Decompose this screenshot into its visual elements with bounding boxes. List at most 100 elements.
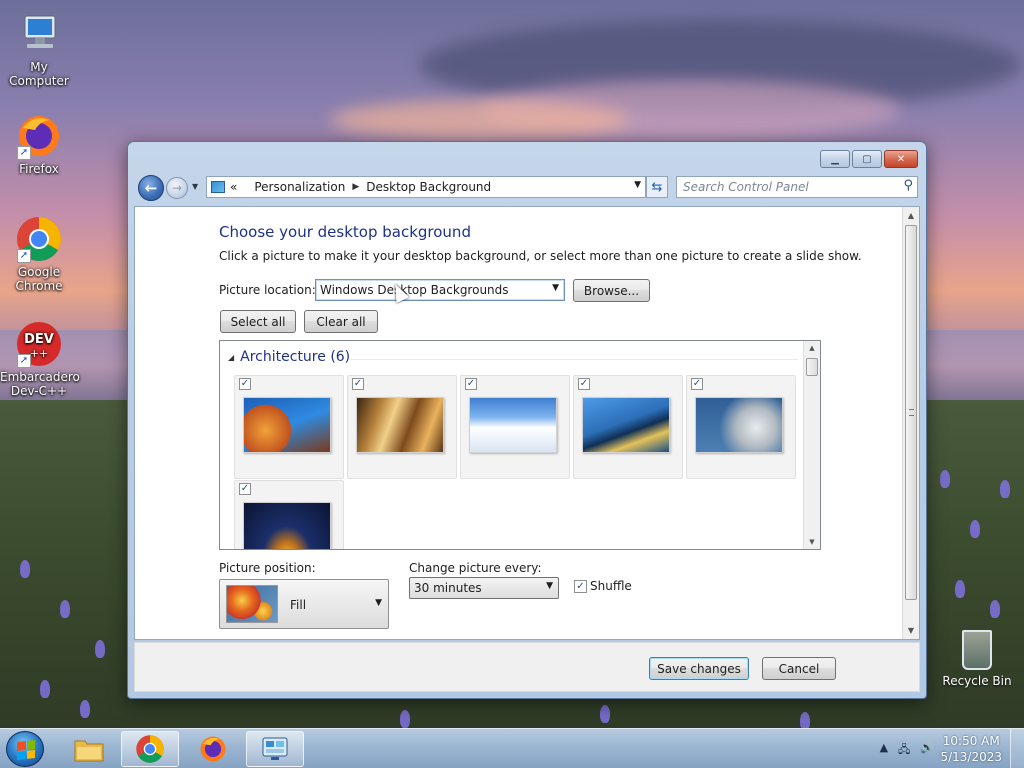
- volume-icon[interactable]: 🔊: [920, 741, 934, 760]
- navigation-bar: ← → ▼ « Personalization ▶ Desktop Backgr…: [136, 174, 920, 202]
- network-icon[interactable]: 🖧: [898, 741, 910, 760]
- chevron-down-icon: ▼: [546, 581, 553, 591]
- wallpaper-flower: [400, 710, 410, 728]
- scroll-up-icon[interactable]: ▲: [804, 341, 820, 355]
- desktop-icon-chrome[interactable]: ➚ Google Chrome: [0, 215, 78, 293]
- wallpaper-flower: [800, 712, 810, 728]
- wallpaper-cloud: [330, 100, 630, 140]
- picture-position-dropdown[interactable]: Fill ▼: [219, 579, 389, 629]
- wallpaper-flower: [600, 705, 610, 723]
- gallery-scroll-thumb[interactable]: [806, 358, 818, 376]
- wallpaper-thumbnail: [695, 397, 783, 453]
- desktop-icon-recycle-bin[interactable]: Recycle Bin: [940, 630, 1014, 688]
- change-picture-label: Change picture every:: [409, 561, 542, 575]
- tile-checkbox[interactable]: ✓: [691, 378, 703, 390]
- tile-checkbox[interactable]: ✓: [239, 483, 251, 495]
- search-box[interactable]: Search Control Panel ⚲: [676, 176, 918, 198]
- maximize-button[interactable]: ▢: [852, 150, 882, 168]
- select-all-button[interactable]: Select all: [220, 310, 296, 333]
- wallpaper-flower: [20, 560, 30, 578]
- picture-location-label: Picture location:: [219, 283, 316, 297]
- picture-location-dropdown[interactable]: Windows Desktop Backgrounds ▼: [315, 279, 565, 301]
- dialog-footer: Save changes Cancel: [134, 642, 920, 692]
- desktop-icon-label: Recycle Bin: [942, 674, 1012, 688]
- wallpaper-tile-architecture-5[interactable]: ✓: [686, 375, 796, 479]
- wallpaper-thumbnail: [356, 397, 444, 453]
- scroll-up-icon[interactable]: ▲: [903, 207, 919, 224]
- chrome-icon: [136, 735, 164, 763]
- chrome-icon: ➚: [15, 215, 63, 263]
- desktop-icon-firefox[interactable]: ➚ Firefox: [0, 112, 78, 176]
- wallpaper-tile-architecture-3[interactable]: ✓: [460, 375, 570, 479]
- personalization-window: ▁ ▢ ✕ ← → ▼ « Personalization ▶ Desktop …: [127, 141, 927, 699]
- breadcrumb-overflow[interactable]: «: [230, 180, 237, 194]
- content-scrollbar[interactable]: ▲ ▼: [902, 207, 919, 639]
- picture-position-label: Picture position:: [219, 561, 316, 575]
- search-placeholder: Search Control Panel: [683, 180, 809, 194]
- minimize-button[interactable]: ▁: [820, 150, 850, 168]
- browse-button[interactable]: Browse...: [573, 279, 650, 302]
- gallery-group-header[interactable]: ◢ Architecture (6): [228, 349, 350, 365]
- maximize-icon: ▢: [862, 153, 872, 165]
- chevron-down-icon: ▼: [552, 283, 559, 293]
- show-hidden-icons-icon[interactable]: ▲: [880, 741, 888, 760]
- cancel-button[interactable]: Cancel: [762, 657, 836, 680]
- scroll-down-icon[interactable]: ▼: [804, 535, 820, 549]
- desktop-icon-devcpp[interactable]: DEV ++ ➚ Embarcadero Dev-C++: [0, 320, 80, 398]
- clock-date: 5/13/2023: [940, 750, 1002, 764]
- tile-checkbox[interactable]: ✓: [352, 378, 364, 390]
- window-controls: ▁ ▢ ✕: [820, 150, 918, 168]
- desktop-icon-label: Google Chrome: [15, 265, 63, 293]
- checkbox-checked-icon[interactable]: ✓: [574, 579, 587, 593]
- chevron-down-icon: ▼: [375, 598, 382, 608]
- shortcut-arrow-icon: ➚: [17, 354, 31, 368]
- group-divider: [350, 359, 798, 360]
- wallpaper-flower: [1000, 480, 1010, 498]
- folder-icon: [74, 740, 104, 762]
- breadcrumb-personalization[interactable]: Personalization: [254, 180, 345, 194]
- taskbar-chrome[interactable]: [121, 731, 179, 767]
- address-bar[interactable]: « Personalization ▶ Desktop Background ▼: [206, 176, 646, 198]
- clock-time: 10:50 AM: [942, 734, 1000, 748]
- taskbar-firefox[interactable]: [184, 731, 242, 767]
- desktop-icon-my-computer[interactable]: My Computer: [0, 10, 78, 88]
- clear-all-button[interactable]: Clear all: [304, 310, 378, 333]
- recycle-bin-icon: [962, 630, 992, 670]
- shuffle-checkbox[interactable]: ✓ Shuffle: [574, 579, 632, 593]
- save-changes-button[interactable]: Save changes: [649, 657, 749, 680]
- wallpaper-tile-architecture-4[interactable]: ✓: [573, 375, 683, 479]
- tile-checkbox[interactable]: ✓: [239, 378, 251, 390]
- collapse-triangle-icon[interactable]: ◢: [228, 353, 234, 362]
- recent-pages-dropdown[interactable]: ▼: [192, 182, 198, 191]
- scroll-down-icon[interactable]: ▼: [903, 622, 919, 639]
- breadcrumb-desktop-background[interactable]: Desktop Background: [366, 180, 491, 194]
- start-button[interactable]: [6, 731, 44, 767]
- tile-checkbox[interactable]: ✓: [578, 378, 590, 390]
- refresh-icon: ⇆: [651, 179, 663, 195]
- desktop-icon-label: My Computer: [9, 60, 69, 88]
- wallpaper-tile-architecture-1[interactable]: ✓: [234, 375, 344, 479]
- search-icon[interactable]: ⚲: [903, 178, 913, 193]
- tile-checkbox[interactable]: ✓: [465, 378, 477, 390]
- change-interval-dropdown[interactable]: 30 minutes ▼: [409, 577, 559, 599]
- shortcut-arrow-icon: ➚: [17, 146, 31, 160]
- wallpaper-flower: [955, 580, 965, 598]
- wallpaper-flower: [940, 470, 950, 488]
- picture-gallery: ◢ Architecture (6) ✓ ✓ ✓ ✓ ✓ ✓ ▲ ▼: [219, 340, 821, 550]
- back-button[interactable]: ←: [138, 175, 164, 201]
- clock[interactable]: 10:50 AM 5/13/2023: [940, 733, 1002, 765]
- breadcrumb-separator-icon[interactable]: ▶: [352, 182, 359, 192]
- address-dropdown-icon[interactable]: ▼: [634, 180, 641, 190]
- wallpaper-tile-architecture-6[interactable]: ✓: [234, 480, 344, 549]
- refresh-button[interactable]: ⇆: [646, 176, 668, 198]
- content-scroll-thumb[interactable]: [905, 225, 917, 600]
- back-arrow-icon: ←: [144, 179, 158, 197]
- taskbar-control-panel[interactable]: [246, 731, 304, 767]
- wallpaper-tile-architecture-2[interactable]: ✓: [347, 375, 457, 479]
- taskbar-explorer[interactable]: [60, 731, 118, 767]
- gallery-scrollbar[interactable]: ▲ ▼: [803, 341, 820, 549]
- forward-button[interactable]: →: [166, 177, 188, 199]
- wallpaper-flower: [95, 640, 105, 658]
- show-desktop-button[interactable]: [1010, 729, 1024, 768]
- close-button[interactable]: ✕: [884, 150, 918, 168]
